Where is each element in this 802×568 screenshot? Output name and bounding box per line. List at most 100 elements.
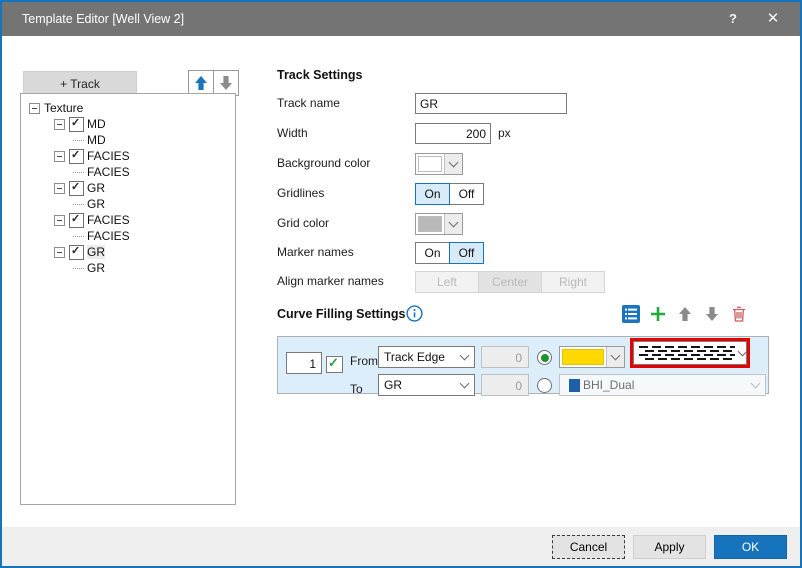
plus-icon[interactable] (649, 305, 667, 323)
marker-names-toggle: On Off (415, 242, 484, 264)
pattern-dropdown[interactable] (633, 341, 747, 365)
fill-curve-radio[interactable] (537, 378, 552, 393)
tree-connector (73, 267, 84, 269)
marker-names-on-button[interactable]: On (415, 242, 450, 264)
background-color-dropdown[interactable] (415, 153, 463, 175)
tree-item-md[interactable]: MD (21, 132, 235, 148)
tree-collapse-icon[interactable] (54, 151, 65, 162)
to-offset-input[interactable]: 0 (481, 374, 529, 396)
align-center-button[interactable]: Center (478, 271, 542, 293)
tree-checkbox[interactable] (69, 245, 84, 260)
chevron-down-icon (751, 379, 761, 389)
arrow-down-icon (220, 76, 232, 90)
pattern-preview (634, 343, 739, 364)
curve-dropdown[interactable]: BHI_Dual (559, 374, 766, 396)
gridlines-label: Gridlines (277, 186, 324, 200)
curve-filling-heading: Curve Filling Settings (277, 307, 406, 321)
track-name-input[interactable] (415, 93, 567, 114)
fill-color-swatch (562, 349, 604, 365)
tree-collapse-icon[interactable] (29, 103, 40, 114)
curve-filling-row: 1 From To Track Edge 0 (277, 336, 769, 394)
marker-names-off-button[interactable]: Off (449, 242, 484, 264)
curve-filling-toolbar (622, 305, 748, 323)
curve-name: BHI_Dual (583, 378, 634, 392)
tree-item-gr[interactable]: GR (21, 196, 235, 212)
help-button[interactable]: ? (720, 2, 746, 36)
tree-item-md[interactable]: MD (21, 116, 235, 132)
cancel-button[interactable]: Cancel (552, 535, 625, 559)
tree-connector (73, 171, 84, 173)
from-offset-input[interactable]: 0 (481, 346, 529, 368)
tree-item-label: MD (87, 133, 106, 147)
grid-color-label: Grid color (277, 216, 329, 230)
tree-item-gr[interactable]: GR (21, 244, 235, 260)
gridlines-off-button[interactable]: Off (449, 183, 484, 205)
tree-item-label: GR (87, 197, 105, 211)
grid-color-swatch (418, 216, 442, 232)
tree-item-label: FACIES (87, 213, 130, 227)
chevron-down-icon (444, 214, 462, 234)
tree-collapse-icon[interactable] (54, 247, 65, 258)
align-left-button[interactable]: Left (415, 271, 479, 293)
tree-connector (73, 139, 84, 141)
fill-color-radio[interactable] (537, 350, 552, 365)
tree-collapse-icon[interactable] (54, 183, 65, 194)
tree-collapse-icon[interactable] (54, 215, 65, 226)
tree-item-facies[interactable]: FACIES (21, 164, 235, 180)
tree-item-gr[interactable]: GR (21, 260, 235, 276)
to-label: To (350, 382, 363, 396)
row-number: 1 (286, 352, 322, 374)
curve-color-swatch (569, 379, 580, 392)
tree-checkbox[interactable] (69, 117, 84, 132)
tree-item-label: GR (87, 181, 105, 195)
tree-connector (73, 235, 84, 237)
ok-button[interactable]: OK (714, 535, 787, 559)
tree-collapse-icon[interactable] (54, 119, 65, 130)
arrow-up-icon[interactable] (676, 305, 694, 323)
grid-color-dropdown[interactable] (415, 213, 463, 235)
arrow-up-icon (195, 76, 207, 90)
background-color-swatch (418, 156, 442, 172)
template-editor-dialog: Template Editor [Well View 2] ? ✕ + Trac… (0, 0, 802, 568)
apply-button[interactable]: Apply (633, 535, 706, 559)
chevron-down-icon (460, 351, 470, 361)
tree-checkbox[interactable] (69, 181, 84, 196)
tree-item-texture[interactable]: Texture (21, 100, 235, 116)
tree-item-label: GR (87, 245, 105, 259)
fill-color-dropdown[interactable] (559, 346, 625, 368)
background-color-label: Background color (277, 156, 370, 170)
tree-checkbox[interactable] (69, 149, 84, 164)
trash-icon[interactable] (730, 305, 748, 323)
tree-item-gr[interactable]: GR (21, 180, 235, 196)
to-dropdown[interactable]: GR (378, 374, 475, 396)
width-input[interactable] (415, 123, 491, 144)
align-marker-buttons: Left Center Right (415, 271, 605, 293)
gridlines-on-button[interactable]: On (415, 183, 450, 205)
arrow-down-icon[interactable] (703, 305, 721, 323)
align-right-button[interactable]: Right (541, 271, 605, 293)
chevron-down-icon (738, 347, 748, 357)
tree-checkbox[interactable] (69, 213, 84, 228)
tree-item-facies[interactable]: FACIES (21, 228, 235, 244)
highlight-box (630, 338, 750, 368)
info-icon[interactable] (406, 305, 423, 327)
close-button[interactable]: ✕ (760, 2, 786, 36)
from-label: From (350, 354, 378, 368)
move-track-up-button[interactable] (189, 71, 213, 95)
track-settings-heading: Track Settings (277, 68, 362, 82)
marker-names-label: Marker names (277, 245, 354, 259)
gridlines-toggle: On Off (415, 183, 484, 205)
row-enabled-checkbox[interactable] (326, 356, 343, 373)
tree-item-facies[interactable]: FACIES (21, 148, 235, 164)
track-name-label: Track name (277, 96, 340, 110)
tree-item-label: FACIES (87, 165, 130, 179)
footer: Cancel Apply OK (2, 527, 800, 566)
window-title: Template Editor [Well View 2] (22, 2, 184, 36)
tree-item-facies[interactable]: FACIES (21, 212, 235, 228)
from-dropdown[interactable]: Track Edge (378, 346, 475, 368)
tree-connector (73, 203, 84, 205)
move-track-down-button[interactable] (213, 71, 238, 95)
width-unit-label: px (498, 126, 511, 140)
chevron-down-icon (606, 347, 624, 367)
table-icon[interactable] (622, 305, 640, 323)
